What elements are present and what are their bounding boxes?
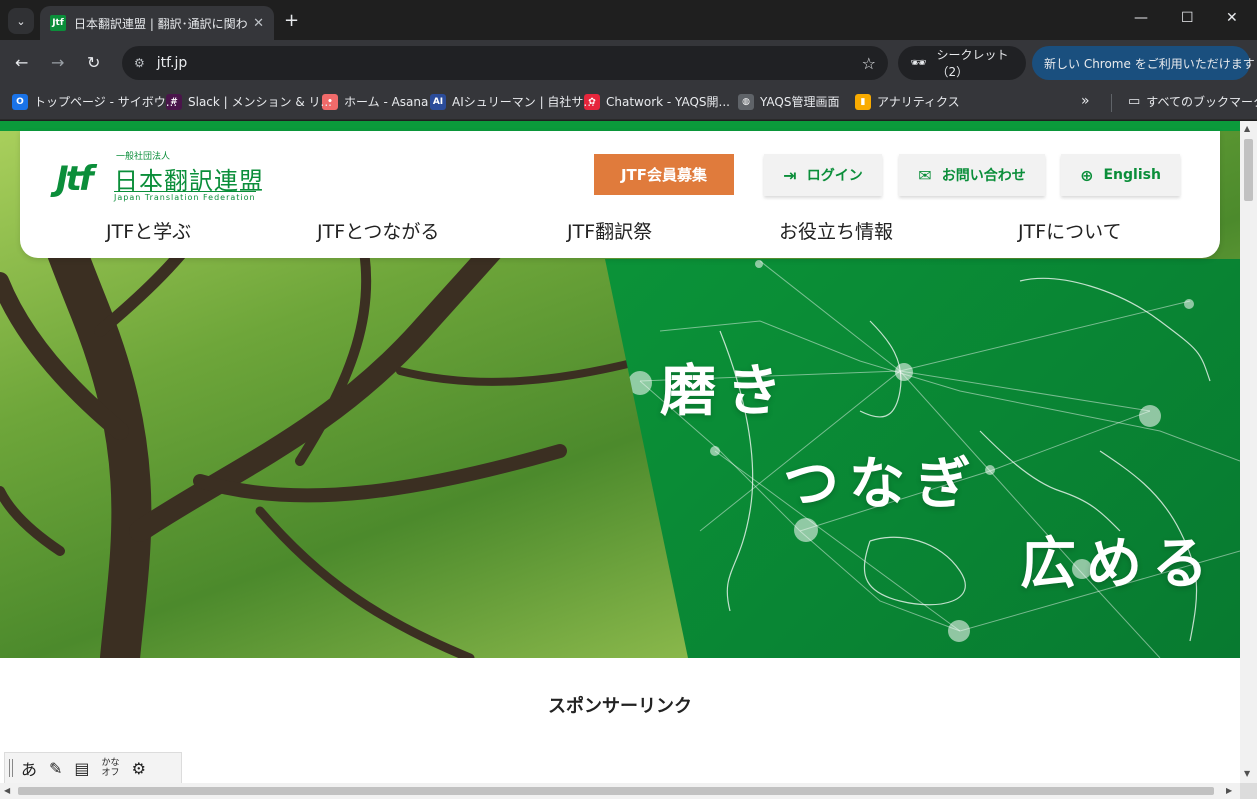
all-bookmarks-label: すべてのブックマーク bbox=[1146, 95, 1257, 109]
tagline-line-2: つなぎ bbox=[783, 452, 981, 517]
bookmark-item[interactable]: ◍ YAQS管理画面 bbox=[738, 93, 839, 110]
logo-english-name: Japan Translation Federation bbox=[114, 191, 256, 202]
nav-festival[interactable]: JTF翻訳祭 bbox=[567, 217, 652, 244]
address-bar[interactable]: ⚙ jtf.jp ☆ bbox=[122, 46, 888, 80]
analytics-icon: ▮ bbox=[855, 93, 871, 110]
browser-toolbar: ← → ↻ ⚙ jtf.jp ☆ 🕶 シークレット（2） 新しい Chrome … bbox=[0, 40, 1257, 86]
forward-icon[interactable]: → bbox=[51, 53, 64, 72]
tab-strip: ⌄ Jtf 日本翻訳連盟 | 翻訳･通訳に関わ ✕ + — ☐ ✕ bbox=[0, 0, 1257, 40]
bookmarks-more-icon[interactable]: » bbox=[1081, 93, 1090, 109]
bookmark-label: アナリティクス bbox=[877, 95, 960, 109]
maximize-icon[interactable]: ☐ bbox=[1181, 10, 1194, 26]
scroll-up-icon[interactable]: ▲ bbox=[1244, 124, 1250, 133]
bookmark-label: ホーム - Asana bbox=[344, 95, 429, 109]
bookmark-label: トップページ - サイボウ... bbox=[34, 95, 178, 109]
folder-icon: ▭ bbox=[1128, 94, 1141, 109]
back-icon[interactable]: ← bbox=[15, 53, 28, 72]
site-logo[interactable]: 一般社団法人 Jtf 日本翻訳連盟 Japan Translation Fede… bbox=[56, 149, 266, 203]
incognito-label: シークレット（2） bbox=[936, 48, 1009, 79]
ime-pad-icon[interactable]: ✎ bbox=[49, 759, 62, 778]
bookmark-label: Slack | メンション & リ... bbox=[188, 95, 332, 109]
tab-search-icon[interactable]: ⌄ bbox=[8, 8, 34, 34]
horizontal-scroll-thumb[interactable] bbox=[18, 787, 1214, 795]
bookmark-item[interactable]: ✿ Chatwork - YAQS開... bbox=[584, 93, 730, 110]
incognito-icon: 🕶 bbox=[910, 55, 927, 71]
mail-icon: ✉ bbox=[918, 165, 932, 185]
tab-active[interactable]: Jtf 日本翻訳連盟 | 翻訳･通訳に関わ ✕ bbox=[40, 6, 274, 40]
english-button[interactable]: ⊕ English bbox=[1061, 154, 1180, 196]
new-tab-button[interactable]: + bbox=[284, 10, 299, 31]
minimize-icon[interactable]: — bbox=[1134, 10, 1148, 26]
bookmarks-divider bbox=[1111, 94, 1112, 112]
bookmark-item[interactable]: # Slack | メンション & リ... bbox=[166, 93, 332, 110]
contact-label: お問い合わせ bbox=[941, 168, 1026, 184]
bookmark-label: AIシュリーマン | 自社サ... bbox=[452, 95, 595, 109]
cybozu-icon: O bbox=[12, 93, 28, 110]
close-window-icon[interactable]: ✕ bbox=[1226, 10, 1238, 26]
nav-connect[interactable]: JTFとつながる bbox=[317, 217, 439, 244]
update-label: 新しい Chrome をご利用いただけます bbox=[1044, 56, 1255, 71]
login-button[interactable]: ⇥ ログイン bbox=[764, 154, 882, 196]
ime-kana-bottom: オフ bbox=[101, 768, 120, 778]
scrollbar-corner bbox=[1240, 783, 1257, 799]
bookmark-label: Chatwork - YAQS開... bbox=[606, 95, 730, 109]
ime-toolbar: あ ✎ ▤ かな オフ ⚙ bbox=[4, 752, 182, 783]
login-label: ログイン bbox=[806, 168, 863, 184]
scroll-right-icon[interactable]: ▶ bbox=[1226, 786, 1232, 795]
ime-mode-icon[interactable]: あ bbox=[21, 756, 37, 780]
scroll-left-icon[interactable]: ◀ bbox=[4, 786, 10, 795]
nav-useful-info[interactable]: お役立ち情報 bbox=[779, 217, 893, 244]
browser-chrome: ⌄ Jtf 日本翻訳連盟 | 翻訳･通訳に関わ ✕ + — ☐ ✕ ← → ↻ … bbox=[0, 0, 1257, 120]
bookmark-label: YAQS管理画面 bbox=[760, 95, 840, 109]
bookmark-item[interactable]: AI AIシュリーマン | 自社サ... bbox=[430, 93, 595, 110]
site-header: 一般社団法人 Jtf 日本翻訳連盟 Japan Translation Fede… bbox=[20, 131, 1220, 258]
bookmark-star-icon[interactable]: ☆ bbox=[862, 54, 876, 73]
site-info-icon[interactable]: ⚙ bbox=[134, 56, 145, 70]
site-favicon-icon: Jtf bbox=[50, 15, 66, 31]
logo-mark-icon: Jtf bbox=[56, 159, 94, 199]
tab-title: 日本翻訳連盟 | 翻訳･通訳に関わ bbox=[74, 16, 248, 31]
english-label: English bbox=[1103, 167, 1161, 183]
page-viewport: 磨き つなぎ 広める 一般社団法人 Jtf 日本翻訳連盟 Japan Trans… bbox=[0, 121, 1240, 783]
bookmark-item[interactable]: O トップページ - サイボウ... bbox=[12, 93, 177, 110]
ai-icon: AI bbox=[430, 93, 446, 110]
vertical-scrollbar[interactable]: ▲ ▼ bbox=[1240, 121, 1257, 783]
reload-icon[interactable]: ↻ bbox=[87, 53, 100, 72]
bookmark-item[interactable]: ▮ アナリティクス bbox=[855, 93, 960, 110]
ime-dictionary-icon[interactable]: ▤ bbox=[74, 759, 89, 778]
tagline-line-1: 磨き bbox=[660, 359, 792, 424]
bookmark-item[interactable]: • ホーム - Asana bbox=[322, 93, 428, 110]
ime-kana-toggle[interactable]: かな オフ bbox=[102, 758, 120, 778]
scroll-down-icon[interactable]: ▼ bbox=[1244, 769, 1250, 778]
globe-icon: ◍ bbox=[738, 93, 754, 110]
close-tab-icon[interactable]: ✕ bbox=[253, 16, 264, 31]
login-icon: ⇥ bbox=[783, 165, 797, 185]
member-recruit-button[interactable]: JTF会員募集 bbox=[594, 154, 734, 195]
horizontal-scrollbar[interactable]: ◀ ▶ bbox=[0, 783, 1240, 799]
nav-about[interactable]: JTFについて bbox=[1018, 217, 1122, 244]
all-bookmarks-button[interactable]: ▭ すべてのブックマーク bbox=[1128, 93, 1257, 110]
top-green-strip bbox=[0, 121, 1240, 131]
contact-button[interactable]: ✉ お問い合わせ bbox=[899, 154, 1045, 196]
sponsor-heading: スポンサーリンク bbox=[548, 696, 692, 717]
ime-kana-top: かな bbox=[101, 758, 120, 768]
url-text[interactable]: jtf.jp bbox=[157, 55, 862, 71]
tagline-line-3: 広める bbox=[1020, 532, 1218, 597]
nav-learn[interactable]: JTFと学ぶ bbox=[106, 217, 191, 244]
incognito-badge[interactable]: 🕶 シークレット（2） bbox=[898, 46, 1026, 80]
ime-grip-handle[interactable] bbox=[9, 759, 13, 777]
vertical-scroll-thumb[interactable] bbox=[1244, 139, 1253, 201]
bookmarks-bar: ▮ アナリティクス ◍ YAQS管理画面 ✿ Chatwork - YAQS開... AI A… bbox=[0, 86, 1257, 120]
chrome-update-button[interactable]: 新しい Chrome をご利用いただけます ⋮ bbox=[1032, 46, 1255, 80]
globe-icon: ⊕ bbox=[1080, 165, 1094, 185]
ime-settings-icon[interactable]: ⚙ bbox=[132, 759, 146, 778]
